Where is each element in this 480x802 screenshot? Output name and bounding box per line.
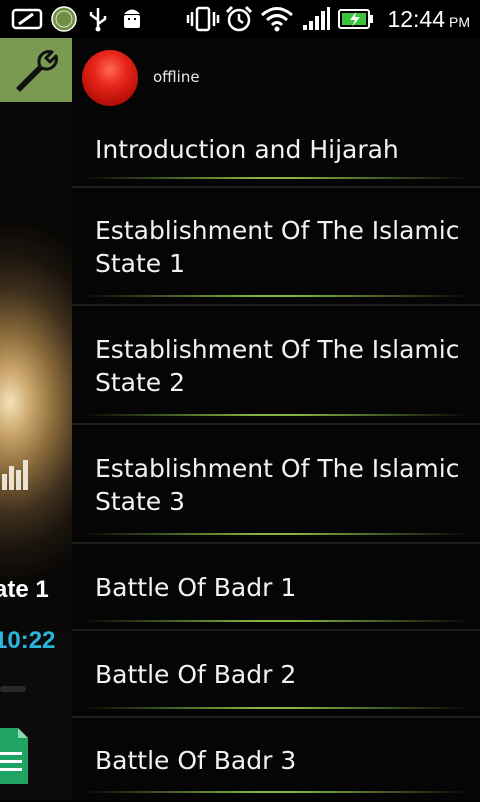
signal-icon [300, 6, 332, 32]
divider [82, 707, 470, 709]
list-item[interactable]: Establishment Of The Islamic State 2 [72, 306, 480, 425]
document-icon[interactable] [0, 726, 28, 786]
list-item-label: Battle Of Badr 1 [95, 573, 297, 602]
divider [82, 414, 470, 416]
divider [82, 177, 470, 179]
vibrate-icon [186, 6, 220, 32]
divider [82, 620, 470, 622]
seek-bar[interactable] [0, 686, 26, 692]
connection-indicator-icon [82, 50, 138, 106]
list-item[interactable]: Establishment Of The Islamic State 3 [72, 425, 480, 544]
battery-charging-icon [338, 6, 374, 32]
list-item[interactable]: Establishment Of The Islamic State 1 [72, 188, 480, 306]
divider [82, 791, 470, 793]
screen-capture-icon [10, 6, 44, 32]
wrench-icon [16, 50, 58, 92]
android-debug-icon [120, 6, 144, 32]
quran-app-icon [50, 6, 78, 32]
settings-button[interactable] [0, 38, 72, 102]
list-item[interactable]: Battle Of Badr 2 [72, 631, 480, 718]
list-item[interactable]: Introduction and Hijarah [72, 110, 480, 188]
list-item-label: Establishment Of The Islamic State 2 [95, 334, 460, 397]
album-artwork [0, 102, 72, 632]
divider [82, 295, 470, 297]
wifi-icon [260, 6, 294, 32]
now-playing-title: ate 1 [0, 576, 49, 603]
equalizer-icon [0, 456, 30, 492]
player-panel: ate 1 10:22 [0, 38, 72, 800]
status-bar: 12:44 PM [0, 0, 480, 38]
playlist: Introduction and Hijarah Establishment O… [72, 110, 480, 802]
playlist-drawer: offline Introduction and Hijarah Establi… [72, 38, 480, 800]
clock-time: 12:44 [387, 6, 445, 32]
list-item-label: Establishment Of The Islamic State 3 [95, 453, 460, 516]
list-item[interactable]: Battle Of Badr 1 [72, 544, 480, 631]
list-item-label: Battle Of Badr 3 [95, 745, 297, 775]
list-item-label: Establishment Of The Islamic State 1 [95, 216, 460, 278]
clock-ampm: PM [449, 14, 470, 30]
list-item[interactable]: Battle Of Badr 3 [72, 718, 480, 802]
clock: 12:44 PM [387, 6, 470, 33]
connection-status: offline [72, 38, 480, 110]
playback-time: 10:22 [0, 627, 56, 654]
list-item-label: Battle Of Badr 2 [95, 660, 297, 689]
connection-status-text: offline [153, 68, 200, 86]
divider [82, 533, 470, 535]
alarm-icon [224, 5, 254, 32]
usb-icon [86, 6, 110, 32]
list-item-label: Introduction and Hijarah [95, 134, 399, 164]
